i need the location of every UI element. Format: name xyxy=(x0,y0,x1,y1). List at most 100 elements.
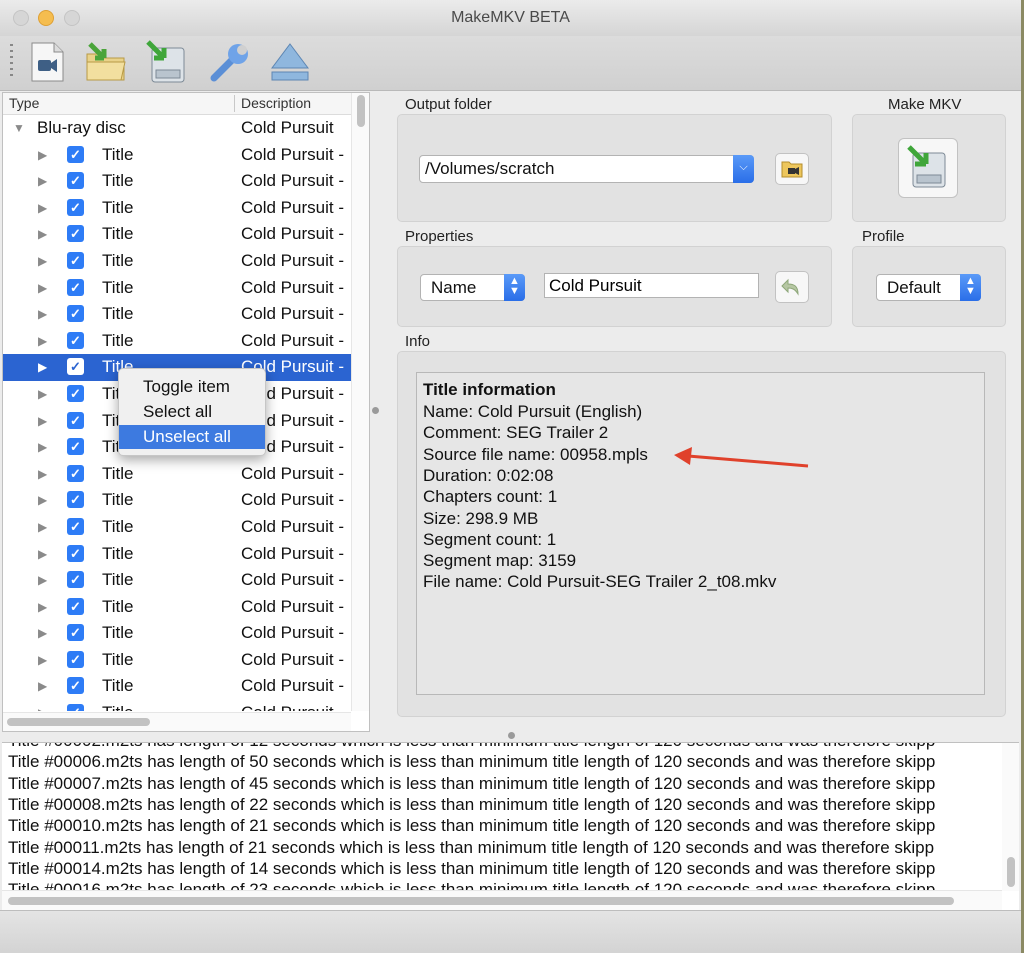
make-mkv-button[interactable] xyxy=(898,138,958,198)
expand-arrow-icon[interactable]: ▶ xyxy=(38,706,47,711)
log-vertical-scrollbar[interactable] xyxy=(1002,743,1019,891)
expand-arrow-icon[interactable]: ▶ xyxy=(38,360,47,374)
eject-button[interactable] xyxy=(268,40,310,84)
tree-row[interactable]: ▶ ✓ Title Cold Pursuit - xyxy=(3,567,351,594)
tree-row[interactable]: ▶ ✓ Title Cold Pursuit - xyxy=(3,221,351,248)
title-checkbox[interactable]: ✓ xyxy=(67,278,84,296)
expand-arrow-icon[interactable]: ▶ xyxy=(38,148,47,162)
title-checkbox[interactable]: ✓ xyxy=(67,225,84,243)
column-header-type[interactable]: Type xyxy=(9,95,39,111)
info-heading: Title information xyxy=(423,380,556,399)
expand-arrow-icon[interactable]: ▶ xyxy=(38,679,47,693)
property-selector[interactable]: Name ▲ ▼ xyxy=(420,274,525,301)
expand-arrow-icon[interactable]: ▶ xyxy=(38,626,47,640)
profile-selector[interactable]: Default ▲ ▼ xyxy=(876,274,981,301)
title-checkbox[interactable]: ✓ xyxy=(67,491,84,509)
title-checkbox[interactable]: ✓ xyxy=(67,384,84,402)
title-checkbox[interactable]: ✓ xyxy=(67,517,84,535)
expand-arrow-icon[interactable]: ▶ xyxy=(38,547,47,561)
tree-row[interactable]: ▶ ✓ Title Cold Pursuit - xyxy=(3,673,351,700)
expand-arrow-icon[interactable]: ▶ xyxy=(38,387,47,401)
title-checkbox[interactable]: ✓ xyxy=(67,571,84,589)
log-line: Title #00008.m2ts has length of 22 secon… xyxy=(8,794,936,814)
open-file-button[interactable] xyxy=(26,40,68,84)
title-checkbox[interactable]: ✓ xyxy=(67,305,84,323)
title-checkbox[interactable]: ✓ xyxy=(67,544,84,562)
info-panel[interactable]: Title information Name: Cold Pursuit (En… xyxy=(416,372,985,695)
tree-vertical-scroll-thumb[interactable] xyxy=(357,95,365,127)
tree-row[interactable]: ▶ ✓ Title Cold Pursuit - xyxy=(3,168,351,195)
tree-row[interactable]: ▶ ✓ Title Cold Pursuit - xyxy=(3,541,351,568)
tree-row[interactable]: ▶ ✓ Title Cold Pursuit xyxy=(3,700,351,711)
tree-row[interactable]: ▶ ✓ Title Cold Pursuit - xyxy=(3,275,351,302)
tree-horizontal-scrollbar[interactable] xyxy=(3,712,351,731)
expand-arrow-icon[interactable]: ▶ xyxy=(38,653,47,667)
context-menu-item[interactable]: Select all xyxy=(119,400,265,424)
tree-row[interactable]: ▶ ✓ Title Cold Pursuit - xyxy=(3,514,351,541)
preferences-button[interactable] xyxy=(208,40,250,84)
title-checkbox[interactable]: ✓ xyxy=(67,464,84,482)
expand-arrow-icon[interactable]: ▶ xyxy=(38,254,47,268)
expand-arrow-icon[interactable]: ▶ xyxy=(38,201,47,215)
column-header-description[interactable]: Description xyxy=(241,95,311,111)
title-checkbox[interactable]: ✓ xyxy=(67,677,84,695)
expand-arrow-icon[interactable]: ▶ xyxy=(38,493,47,507)
expand-arrow-icon[interactable]: ▶ xyxy=(38,520,47,534)
title-checkbox[interactable]: ✓ xyxy=(67,331,84,349)
expand-arrow-icon[interactable]: ▶ xyxy=(38,307,47,321)
updown-arrows-icon[interactable]: ▲ ▼ xyxy=(504,274,525,301)
tree-row[interactable]: ▶ ✓ Title Cold Pursuit - xyxy=(3,647,351,674)
expand-arrow-icon[interactable]: ▶ xyxy=(38,414,47,428)
title-checkbox[interactable]: ✓ xyxy=(67,650,84,668)
chevron-down-icon[interactable]: ⌵ xyxy=(733,155,754,183)
expand-arrow-icon[interactable]: ▶ xyxy=(38,174,47,188)
log-horizontal-scroll-thumb[interactable] xyxy=(8,897,954,905)
title-checkbox[interactable]: ✓ xyxy=(67,438,84,456)
expand-arrow-icon[interactable]: ▶ xyxy=(38,573,47,587)
horizontal-splitter-handle[interactable] xyxy=(508,732,515,739)
context-menu-item[interactable]: Toggle item xyxy=(119,375,265,399)
expand-arrow-icon[interactable]: ▶ xyxy=(38,227,47,241)
expand-arrow-icon[interactable]: ▶ xyxy=(38,440,47,454)
log-horizontal-scrollbar[interactable] xyxy=(2,890,1002,910)
expand-arrow-icon[interactable]: ▶ xyxy=(38,467,47,481)
revert-property-button[interactable] xyxy=(775,271,809,303)
context-menu-item[interactable]: Unselect all xyxy=(119,425,265,449)
collapse-arrow-icon[interactable]: ▼ xyxy=(13,121,25,135)
tree-row[interactable]: ▶ ✓ Title Cold Pursuit - xyxy=(3,142,351,169)
title-checkbox[interactable]: ✓ xyxy=(67,704,84,711)
title-checkbox[interactable]: ✓ xyxy=(67,145,84,163)
expand-arrow-icon[interactable]: ▶ xyxy=(38,281,47,295)
tree-horizontal-scroll-thumb[interactable] xyxy=(7,718,150,726)
tree-row[interactable]: ▶ ✓ Title Cold Pursuit - xyxy=(3,248,351,275)
browse-folder-button[interactable] xyxy=(775,153,809,185)
tree-root-row[interactable]: ▼ Blu-ray disc Cold Pursuit xyxy=(3,115,351,142)
tree-row[interactable]: ▶ ✓ Title Cold Pursuit - xyxy=(3,487,351,514)
tree-row[interactable]: ▶ ✓ Title Cold Pursuit - xyxy=(3,620,351,647)
tree-row[interactable]: ▶ ✓ Title Cold Pursuit - xyxy=(3,461,351,488)
title-checkbox[interactable]: ✓ xyxy=(67,411,84,429)
updown-arrows-icon[interactable]: ▲ ▼ xyxy=(960,274,981,301)
title-checkbox[interactable]: ✓ xyxy=(67,198,84,216)
column-separator[interactable] xyxy=(234,95,235,112)
title-checkbox[interactable]: ✓ xyxy=(67,624,84,642)
output-folder-combo[interactable]: /Volumes/scratch ⌵ xyxy=(419,155,754,183)
vertical-splitter-handle[interactable] xyxy=(372,407,379,414)
backup-button[interactable] xyxy=(144,40,186,84)
title-checkbox[interactable]: ✓ xyxy=(67,251,84,269)
annotation-arrow-icon xyxy=(674,447,809,468)
tree-row[interactable]: ▶ ✓ Title Cold Pursuit - xyxy=(3,328,351,355)
log-panel[interactable]: Title #00002.m2ts has length of 12 secon… xyxy=(2,742,1019,910)
log-vertical-scroll-thumb[interactable] xyxy=(1007,857,1015,887)
title-checkbox[interactable]: ✓ xyxy=(67,358,84,376)
open-folder-button[interactable] xyxy=(84,40,126,84)
property-value-input[interactable] xyxy=(544,273,759,298)
tree-row[interactable]: ▶ ✓ Title Cold Pursuit - xyxy=(3,594,351,621)
title-checkbox[interactable]: ✓ xyxy=(67,172,84,190)
expand-arrow-icon[interactable]: ▶ xyxy=(38,600,47,614)
expand-arrow-icon[interactable]: ▶ xyxy=(38,334,47,348)
tree-row[interactable]: ▶ ✓ Title Cold Pursuit - xyxy=(3,195,351,222)
tree-row[interactable]: ▶ ✓ Title Cold Pursuit - xyxy=(3,301,351,328)
title-checkbox[interactable]: ✓ xyxy=(67,597,84,615)
tree-vertical-scrollbar[interactable] xyxy=(351,93,369,711)
